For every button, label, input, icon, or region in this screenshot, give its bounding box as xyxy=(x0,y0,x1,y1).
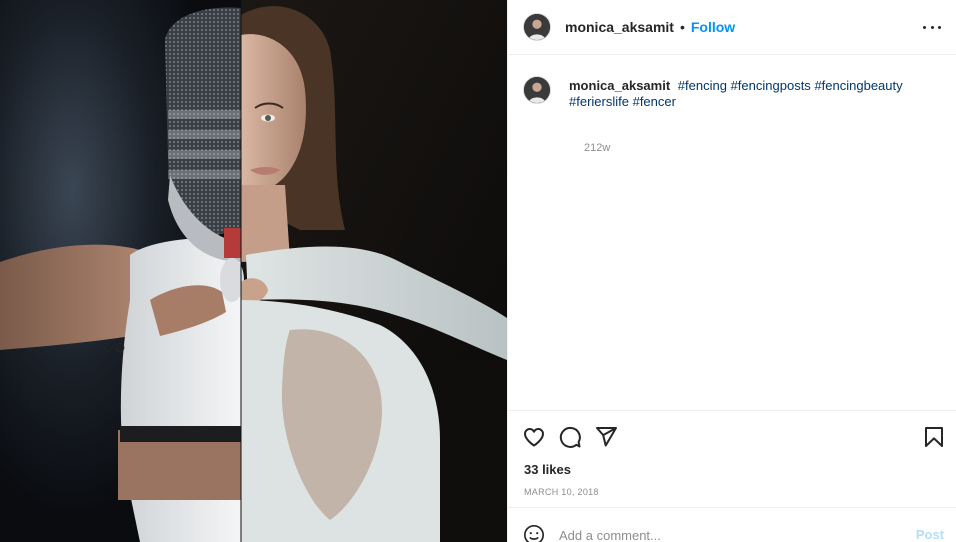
post-header: monica_aksamit • Follow xyxy=(508,0,956,55)
comment-area: Post xyxy=(508,507,956,542)
post-photo: ᴗ ʘ xyxy=(0,0,507,542)
svg-text:ᴗ ʘ: ᴗ ʘ xyxy=(104,340,125,355)
post-image[interactable]: ᴗ ʘ xyxy=(0,0,507,542)
hashtag-link[interactable]: #fencingbeauty xyxy=(814,78,902,93)
action-icons xyxy=(522,425,946,449)
caption-age[interactable]: 212w xyxy=(584,142,610,154)
caption-avatar-image xyxy=(524,77,550,103)
emoji-icon[interactable] xyxy=(523,524,545,542)
hashtag-link[interactable]: #fencingposts xyxy=(731,78,811,93)
caption-username[interactable]: monica_aksamit xyxy=(569,78,670,93)
avatar[interactable] xyxy=(523,13,551,41)
more-dot xyxy=(923,25,926,29)
share-icon[interactable] xyxy=(594,425,618,449)
comment-icon[interactable] xyxy=(558,425,582,449)
header-username[interactable]: monica_aksamit xyxy=(565,19,674,35)
caption-area: monica_aksamit #fencing #fencingposts #f… xyxy=(508,56,956,410)
caption-text: monica_aksamit #fencing #fencingposts #f… xyxy=(569,78,956,110)
more-dot xyxy=(930,25,934,29)
likes-count[interactable]: 33 likes xyxy=(524,462,571,477)
avatar-image xyxy=(524,14,550,40)
heart-icon[interactable] xyxy=(522,425,546,449)
more-options-icon[interactable] xyxy=(923,18,941,36)
more-dot xyxy=(938,25,941,29)
header-separator: • xyxy=(679,19,685,35)
caption-avatar[interactable] xyxy=(523,76,551,104)
post-comment-button[interactable]: Post xyxy=(916,527,944,542)
hashtag-link[interactable]: #fencing xyxy=(678,78,727,93)
hashtag-link[interactable]: #ferierslife xyxy=(569,94,629,109)
actions-area: 33 likes MARCH 10, 2018 xyxy=(508,410,956,514)
hashtag-link[interactable]: #fencer xyxy=(633,94,676,109)
follow-button[interactable]: Follow xyxy=(691,19,735,35)
post-date: MARCH 10, 2018 xyxy=(524,487,599,497)
post-side-panel: monica_aksamit • Follow monica_aksamit #… xyxy=(507,0,956,542)
bookmark-icon[interactable] xyxy=(922,425,946,449)
comment-input[interactable] xyxy=(559,524,889,542)
